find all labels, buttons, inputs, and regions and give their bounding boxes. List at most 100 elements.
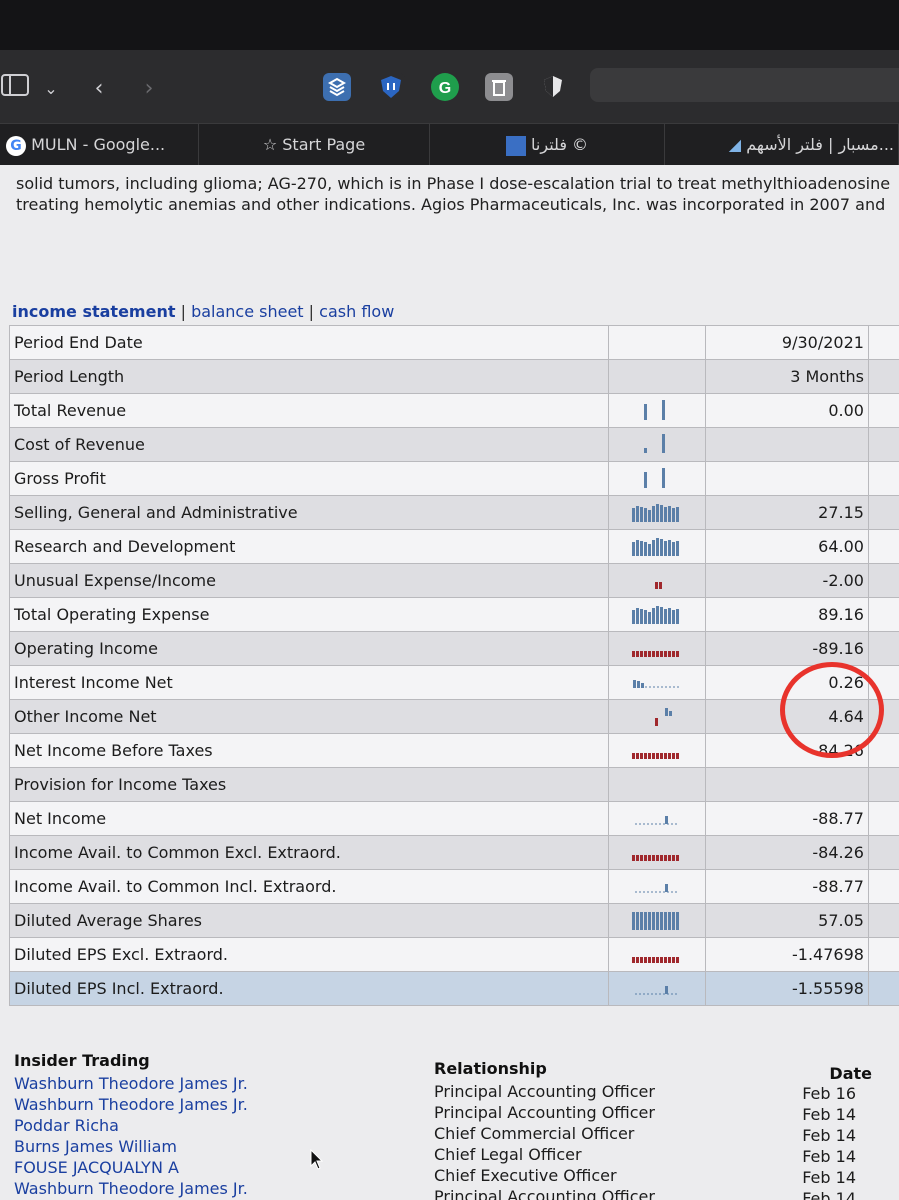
insider-name-link[interactable]: Burns James William [14, 1137, 177, 1156]
row-value: 64.00 [704, 529, 869, 564]
insider-relationship: Chief Legal Officer [434, 1145, 582, 1164]
row-sparkline [608, 631, 706, 666]
balance-sheet-link[interactable]: balance sheet [191, 302, 304, 321]
row-value: -84.26 [704, 835, 869, 870]
relationship-header: Relationship [434, 1059, 547, 1078]
row-label: Total Revenue [8, 393, 610, 428]
insider-name-link[interactable]: Washburn Theodore James Jr. [14, 1074, 248, 1093]
table-row: Diluted EPS Incl. Extraord. -1.55598 [8, 971, 899, 1006]
back-icon[interactable]: ‹ [84, 74, 114, 104]
insider-relationship: Chief Executive Officer [434, 1166, 617, 1185]
row-spacer [867, 495, 899, 530]
insider-name-link[interactable]: Poddar Richa [14, 1116, 119, 1135]
row-spacer [867, 461, 899, 496]
insider-date: Feb 14 [802, 1168, 856, 1187]
insider-relationship: Principal Accounting Officer [434, 1082, 655, 1101]
insider-date: Feb 14 [802, 1189, 856, 1200]
annotation-circle [780, 662, 884, 758]
row-value: 27.15 [704, 495, 869, 530]
insider-relationship: Principal Accounting Officer [434, 1187, 655, 1200]
row-sparkline [608, 937, 706, 972]
table-row: Total Operating Expense 89.16 [8, 597, 899, 632]
table-row: Net Income -88.77 [8, 801, 899, 836]
row-spacer [867, 869, 899, 904]
row-spacer [867, 563, 899, 598]
row-value: -89.16 [704, 631, 869, 666]
row-sparkline [608, 869, 706, 904]
tab-muln-google[interactable]: G MULN - Google... [0, 124, 199, 166]
row-sparkline [608, 699, 706, 734]
row-label: Provision for Income Taxes [8, 767, 610, 802]
row-value: 9/30/2021 [704, 325, 869, 360]
row-sparkline [608, 529, 706, 564]
cash-flow-link[interactable]: cash flow [319, 302, 394, 321]
income-statement-link[interactable]: income statement [12, 302, 175, 321]
row-sparkline [608, 733, 706, 768]
star-icon: ☆ [262, 135, 278, 154]
row-spacer [867, 937, 899, 972]
layers-extension-icon[interactable] [323, 73, 351, 101]
row-label: Period Length [8, 359, 610, 394]
description-line: treating hemolytic anemias and other ind… [16, 195, 886, 214]
row-label: Income Avail. to Common Incl. Extraord. [8, 869, 610, 904]
row-value: -88.77 [704, 801, 869, 836]
row-label: Research and Development [8, 529, 610, 564]
row-sparkline [608, 495, 706, 530]
row-value: -1.55598 [704, 971, 869, 1006]
table-row: Period Length 3 Months [8, 359, 899, 394]
shield-extension-icon[interactable] [377, 73, 405, 101]
row-value [704, 461, 869, 496]
row-label: Operating Income [8, 631, 610, 666]
row-spacer [867, 971, 899, 1006]
insider-relationship: Chief Commercial Officer [434, 1124, 635, 1143]
google-icon: G [6, 135, 26, 156]
grammarly-extension-icon[interactable]: G [431, 73, 459, 101]
table-row: Income Avail. to Common Excl. Extraord. -… [8, 835, 899, 870]
row-value: 0.00 [704, 393, 869, 428]
address-bar[interactable] [590, 68, 899, 102]
row-sparkline [608, 597, 706, 632]
table-row: Research and Development 64.00 [8, 529, 899, 564]
insider-name-link[interactable]: Washburn Theodore James Jr. [14, 1179, 248, 1198]
insider-trading-title: Insider Trading [14, 1051, 150, 1070]
description-line: solid tumors, including glioma; AG-270, … [16, 174, 891, 193]
privacy-shield-icon[interactable] [539, 73, 567, 101]
insider-name-link[interactable]: Washburn Theodore James Jr. [14, 1095, 248, 1114]
insider-name-link[interactable]: FOUSE JACQUALYN A [14, 1158, 179, 1177]
row-value: -88.77 [704, 869, 869, 904]
tab-mesbar[interactable]: ◢ مسبار | فلتر الأسهم... [665, 124, 899, 166]
separator: | [308, 302, 315, 321]
row-label: Period End Date [8, 325, 610, 360]
chevron-down-icon[interactable]: ⌄ [36, 74, 66, 104]
sidebar-toggle-icon[interactable] [0, 74, 30, 104]
row-value: -1.47698 [704, 937, 869, 972]
company-description: solid tumors, including glioma; AG-270, … [16, 173, 896, 215]
insider-date: Feb 14 [802, 1126, 856, 1145]
trash-extension-icon[interactable] [485, 73, 513, 101]
row-spacer [867, 325, 899, 360]
tab-label: مسبار | فلتر الأسهم... [746, 135, 894, 154]
forward-icon[interactable]: › [134, 74, 164, 104]
row-spacer [867, 631, 899, 666]
row-sparkline [608, 767, 706, 802]
row-label: Cost of Revenue [8, 427, 610, 462]
table-row: Period End Date 9/30/2021 [8, 325, 899, 360]
table-row: Gross Profit [8, 461, 899, 496]
table-row: Diluted Average Shares 57.05 [8, 903, 899, 938]
row-label: Diluted EPS Excl. Extraord. [8, 937, 610, 972]
table-row: Diluted EPS Excl. Extraord. -1.47698 [8, 937, 899, 972]
page-content: solid tumors, including glioma; AG-270, … [0, 165, 899, 1200]
row-label: Diluted EPS Incl. Extraord. [8, 971, 610, 1006]
row-spacer [867, 597, 899, 632]
statement-nav: income statement | balance sheet | cash … [12, 302, 394, 321]
row-sparkline [608, 427, 706, 462]
table-row: Income Avail. to Common Incl. Extraord. -… [8, 869, 899, 904]
row-value: 3 Months [704, 359, 869, 394]
row-sparkline [608, 903, 706, 938]
row-label: Income Avail. to Common Excl. Extraord. [8, 835, 610, 870]
tab-start-page[interactable]: ☆ Start Page [199, 124, 430, 166]
tab-filterna[interactable]: فلترنا © [430, 124, 665, 166]
table-row: Operating Income -89.16 [8, 631, 899, 666]
row-label: Net Income [8, 801, 610, 836]
row-spacer [867, 767, 899, 802]
